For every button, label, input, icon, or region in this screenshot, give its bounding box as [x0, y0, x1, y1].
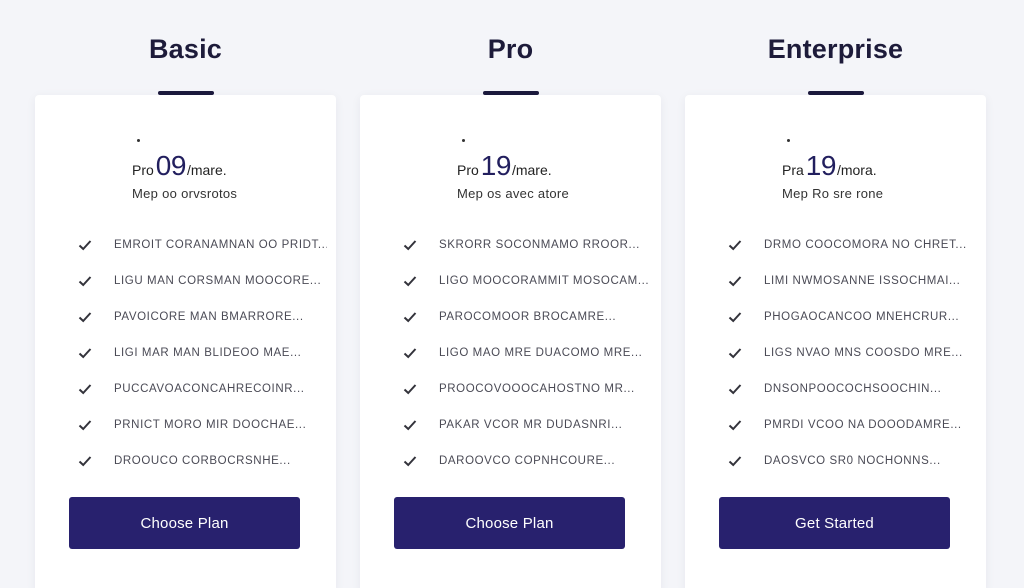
- feature-item: SKRORR SOCONMAMO RROOR...: [402, 227, 652, 263]
- feature-item: PHOGAOCANCOO MNEHCRUR...: [727, 299, 977, 335]
- feature-list: SKRORR SOCONMAMO RROOR... LIGO MOOCORAMM…: [402, 227, 652, 479]
- price-amount: 09: [155, 150, 187, 181]
- price-amount: 19: [480, 150, 512, 181]
- check-icon: [78, 276, 92, 287]
- check-icon: [78, 384, 92, 395]
- choose-plan-button[interactable]: Choose Plan: [394, 497, 625, 549]
- check-icon: [403, 276, 417, 287]
- feature-item: LIMI NWMOSANNE ISSOCHMAI...: [727, 263, 977, 299]
- feature-text: LIGS NVAO MNS COOSDO MRE...: [764, 347, 963, 359]
- check-icon: [78, 348, 92, 359]
- feature-item: LIGU MAN CORSMAN MOOCORE...: [77, 263, 327, 299]
- feature-item: DNSONPOOCOCHSOOCHIN...: [727, 371, 977, 407]
- feature-text: SKRORR SOCONMAMO RROOR...: [439, 239, 640, 251]
- feature-item: LIGS NVAO MNS COOSDO MRE...: [727, 335, 977, 371]
- price: Pra 19 /mora.: [782, 150, 877, 182]
- feature-item: LIGO MOOCORAMMIT MOSOCAM...: [402, 263, 652, 299]
- feature-item: LIGO MAO MRE DUACOMO MRE...: [402, 335, 652, 371]
- feature-text: EMROIT CORANAMNAN OO PRIDT...: [114, 239, 327, 251]
- check-icon: [728, 420, 742, 431]
- feature-text: DROOUCO CORBOCRSNHE...: [114, 455, 291, 467]
- feature-text: PAKAR VCOR MR DUDASNRI...: [439, 419, 623, 431]
- price-marker-dot: [787, 139, 790, 142]
- feature-item: PROOCOVOOOCAHOSTNO MR...: [402, 371, 652, 407]
- feature-text: LIGI MAR MAN BLIDEOO MAE...: [114, 347, 302, 359]
- feature-item: PAKAR VCOR MR DUDASNRI...: [402, 407, 652, 443]
- plan-column-pro: Pro Pro 19 /mare. Mep os avec atore SKRO…: [360, 0, 661, 588]
- feature-item: PAROCOMOOR BROCAMRE...: [402, 299, 652, 335]
- feature-text: DAOSVCO SR0 NOCHONNS...: [764, 455, 941, 467]
- feature-text: DAROOVCO COPNHCOURE...: [439, 455, 616, 467]
- price-prefix: Pro: [132, 162, 154, 178]
- get-started-button[interactable]: Get Started: [719, 497, 950, 549]
- check-icon: [78, 240, 92, 251]
- plan-title: Pro: [487, 34, 534, 64]
- feature-item: DRMO COOCOMORA NO CHRET...: [727, 227, 977, 263]
- feature-text: LIGO MAO MRE DUACOMO MRE...: [439, 347, 643, 359]
- feature-text: LIGO MOOCORAMMIT MOSOCAM...: [439, 275, 650, 287]
- price-subtext: Mep os avec atore: [457, 186, 570, 201]
- feature-item: DAROOVCO COPNHCOURE...: [402, 443, 652, 479]
- price-period: /mora.: [836, 162, 877, 178]
- check-icon: [78, 312, 92, 323]
- feature-text: PAVOICORE MAN BMARRORE...: [114, 311, 304, 323]
- check-icon: [403, 312, 417, 323]
- price-period: /mare.: [186, 162, 227, 178]
- pricing-card: Pro 09 /mare. Mep oo orvsrotos EMROIT CO…: [35, 95, 336, 588]
- feature-list: DRMO COOCOMORA NO CHRET... LIMI NWMOSANN…: [727, 227, 977, 479]
- feature-text: PROOCOVOOOCAHOSTNO MR...: [439, 383, 635, 395]
- plan-title: Enterprise: [767, 34, 904, 64]
- check-icon: [403, 384, 417, 395]
- plan-title: Basic: [148, 34, 223, 64]
- feature-item: PRNICT MORO MIR DOOCHAE...: [77, 407, 327, 443]
- check-icon: [403, 240, 417, 251]
- feature-text: PUCCAVOACONCAHRECOINR...: [114, 383, 305, 395]
- price-prefix: Pra: [782, 162, 804, 178]
- check-icon: [728, 312, 742, 323]
- price-marker-dot: [462, 139, 465, 142]
- pricing-card: Pra 19 /mora. Mep Ro sre rone DRMO COOCO…: [685, 95, 986, 588]
- feature-item: PAVOICORE MAN BMARRORE...: [77, 299, 327, 335]
- feature-item: PUCCAVOACONCAHRECOINR...: [77, 371, 327, 407]
- check-icon: [403, 348, 417, 359]
- check-icon: [403, 456, 417, 467]
- price-subtext: Mep Ro sre rone: [782, 186, 884, 201]
- price-subtext: Mep oo orvsrotos: [132, 186, 238, 201]
- check-icon: [78, 456, 92, 467]
- feature-text: DRMO COOCOMORA NO CHRET...: [764, 239, 967, 251]
- feature-text: DNSONPOOCOCHSOOCHIN...: [764, 383, 942, 395]
- choose-plan-button[interactable]: Choose Plan: [69, 497, 300, 549]
- check-icon: [403, 420, 417, 431]
- price-prefix: Pro: [457, 162, 479, 178]
- feature-text: LIMI NWMOSANNE ISSOCHMAI...: [764, 275, 961, 287]
- feature-item: DROOUCO CORBOCRSNHE...: [77, 443, 327, 479]
- plan-column-enterprise: Enterprise Pra 19 /mora. Mep Ro sre rone…: [685, 0, 986, 588]
- check-icon: [728, 276, 742, 287]
- feature-text: PHOGAOCANCOO MNEHCRUR...: [764, 311, 960, 323]
- feature-text: PAROCOMOOR BROCAMRE...: [439, 311, 617, 323]
- pricing-card: Pro 19 /mare. Mep os avec atore SKRORR S…: [360, 95, 661, 588]
- feature-item: EMROIT CORANAMNAN OO PRIDT...: [77, 227, 327, 263]
- feature-list: EMROIT CORANAMNAN OO PRIDT... LIGU MAN C…: [77, 227, 327, 479]
- check-icon: [728, 348, 742, 359]
- feature-item: DAOSVCO SR0 NOCHONNS...: [727, 443, 977, 479]
- feature-item: PMRDI VCOO NA DOOODAMRE...: [727, 407, 977, 443]
- price-period: /mare.: [511, 162, 552, 178]
- plan-column-basic: Basic Pro 09 /mare. Mep oo orvsrotos EMR…: [35, 0, 336, 588]
- check-icon: [78, 420, 92, 431]
- price: Pro 09 /mare.: [132, 150, 227, 182]
- feature-text: PRNICT MORO MIR DOOCHAE...: [114, 419, 307, 431]
- check-icon: [728, 240, 742, 251]
- price-amount: 19: [805, 150, 837, 181]
- feature-item: LIGI MAR MAN BLIDEOO MAE...: [77, 335, 327, 371]
- feature-text: PMRDI VCOO NA DOOODAMRE...: [764, 419, 962, 431]
- price: Pro 19 /mare.: [457, 150, 552, 182]
- check-icon: [728, 456, 742, 467]
- price-marker-dot: [137, 139, 140, 142]
- check-icon: [728, 384, 742, 395]
- feature-text: LIGU MAN CORSMAN MOOCORE...: [114, 275, 322, 287]
